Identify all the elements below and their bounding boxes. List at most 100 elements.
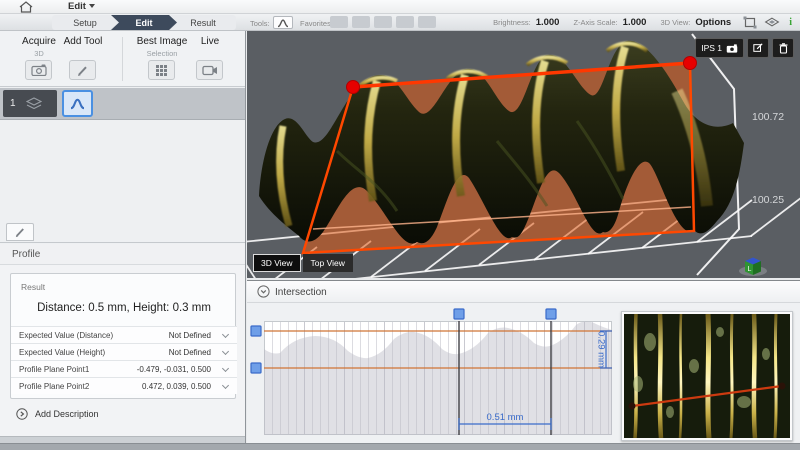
panel-footer-strip	[0, 436, 245, 443]
row-expected-height[interactable]: Expected Value (Height) Not Defined	[11, 343, 237, 360]
add-tool-button[interactable]	[69, 60, 96, 80]
result-label: Result	[21, 282, 45, 292]
viewer-toolbar: IPS 1	[692, 38, 794, 58]
pencil-icon	[14, 226, 26, 238]
z-axis-scale-label: Z-Axis Scale:	[573, 18, 617, 27]
tools-label: Tools:	[250, 19, 270, 28]
acquire-subtitle: 3D	[0, 49, 78, 58]
info-icon[interactable]: i	[789, 17, 792, 28]
z-axis-scale-value[interactable]: 1.000	[623, 17, 647, 28]
profile-chart[interactable]	[264, 321, 612, 435]
result-text: Distance: 0.5 mm, Height: 0.3 mm	[11, 302, 237, 314]
favorite-slot-button[interactable]	[418, 16, 436, 28]
row-plane-point1[interactable]: Profile Plane Point1 -0.479, -0.031, 0.5…	[11, 360, 237, 377]
left-cursor-handle[interactable]	[454, 309, 464, 319]
tool-edit-bar	[0, 221, 245, 244]
camera-image-frame[interactable]	[621, 311, 793, 441]
row-value: 0.472, 0.039, 0.500	[142, 382, 211, 391]
circle-chevron-down-icon	[257, 285, 270, 298]
camera-icon	[726, 44, 738, 53]
profile-panel-title: Profile	[12, 249, 40, 260]
right-cursor-handle[interactable]	[546, 309, 556, 319]
frame-icon	[743, 16, 757, 29]
3d-view-button[interactable]: 3D View	[253, 254, 301, 272]
workflow-tabs: Setup Edit Result	[52, 15, 236, 30]
edit-export-icon	[753, 42, 763, 54]
profile-line-endpoint-left[interactable]	[629, 403, 636, 410]
plane-endpoint-handle-left[interactable]	[347, 81, 360, 94]
row-label: Expected Value (Distance)	[19, 331, 113, 340]
row-plane-point2[interactable]: Profile Plane Point2 0.472, 0.039, 0.500	[11, 377, 237, 394]
video-camera-icon	[202, 65, 218, 76]
home-icon[interactable]	[18, 1, 34, 13]
favorites-row	[330, 16, 440, 28]
row-label: Profile Plane Point1	[19, 365, 89, 374]
add-description-label: Add Description	[35, 409, 99, 419]
intersection-panel: Intersection 0.5	[247, 280, 800, 443]
parameter-rows: Expected Value (Distance) Not Defined Ex…	[11, 326, 237, 394]
favorites-label: Favorites:	[300, 19, 333, 28]
tab-result[interactable]: Result	[170, 15, 236, 30]
export-edit-button[interactable]	[747, 38, 769, 58]
layers-icon	[26, 97, 42, 110]
intersection-header[interactable]: Intersection	[247, 281, 800, 303]
status-strip	[0, 443, 800, 450]
plane-endpoint-handle-right[interactable]	[684, 57, 697, 70]
row-value: Not Defined	[169, 348, 211, 357]
best-image-subtitle: Selection	[126, 49, 198, 58]
z-scale-value-lower: 100.25	[752, 194, 784, 206]
caret-down-icon	[89, 4, 95, 8]
row-value: Not Defined	[169, 331, 211, 340]
acquire-ribbon: Acquire 3D Add Tool Best Image Selection	[0, 31, 245, 87]
delete-button[interactable]	[772, 38, 794, 58]
fit-frame-button[interactable]	[741, 15, 759, 29]
measurement-item-1[interactable]: 1	[3, 90, 57, 117]
edit-menu[interactable]: Edit	[68, 1, 95, 12]
menu-bar: Edit	[0, 0, 800, 14]
profile-line-endpoint-right[interactable]	[779, 383, 786, 390]
favorite-slot-button[interactable]	[330, 16, 348, 28]
toolbar-right-group: Brightness: 1.000 Z-Axis Scale: 1.000 3D…	[493, 14, 792, 30]
camera-icon	[31, 64, 47, 76]
favorite-slot-button[interactable]	[374, 16, 392, 28]
edit-tool-button[interactable]	[6, 223, 34, 241]
application-window: Edit Setup Edit Result Tools: Favorites:…	[0, 0, 800, 450]
3d-viewport[interactable]: 100.72 100.25 IPS 1	[247, 31, 800, 278]
gizmo-face-label: L	[748, 266, 752, 273]
main-toolbar: Setup Edit Result Tools: Favorites: Brig…	[0, 14, 800, 31]
ips-label: IPS 1	[701, 43, 722, 53]
circle-chevron-right-icon	[16, 408, 28, 420]
plane-view-button[interactable]	[763, 15, 781, 29]
ips-capture-button[interactable]: IPS 1	[695, 38, 744, 58]
profile-tool-button[interactable]	[273, 16, 293, 29]
chevron-down-icon	[222, 382, 229, 389]
brightness-value[interactable]: 1.000	[536, 17, 560, 28]
upper-line-handle[interactable]	[251, 326, 261, 336]
thumbnail-strip: 1	[0, 88, 245, 120]
chevron-down-icon	[222, 348, 229, 355]
tab-setup[interactable]: Setup	[52, 15, 118, 30]
profile-curve-icon	[69, 97, 86, 110]
edit-menu-label: Edit	[68, 1, 86, 12]
top-view-button[interactable]: Top View	[303, 254, 353, 272]
profile-tool-tile-selected[interactable]	[62, 90, 93, 117]
3d-view-label: 3D View:	[660, 18, 690, 27]
favorite-slot-button[interactable]	[396, 16, 414, 28]
left-panel: Acquire 3D Add Tool Best Image Selection	[0, 31, 246, 443]
best-image-button[interactable]	[148, 60, 175, 80]
acquire-button[interactable]	[25, 60, 52, 80]
chevron-down-icon	[222, 331, 229, 338]
3d-surface-scene[interactable]	[247, 31, 800, 278]
row-label: Expected Value (Height)	[19, 348, 105, 357]
add-description-button[interactable]: Add Description	[16, 408, 99, 420]
lower-line-handle[interactable]	[251, 363, 261, 373]
tab-edit[interactable]: Edit	[111, 15, 177, 30]
live-button[interactable]	[196, 60, 223, 80]
orientation-gizmo[interactable]: L	[732, 255, 774, 277]
live-title: Live	[188, 36, 232, 47]
row-expected-distance[interactable]: Expected Value (Distance) Not Defined	[11, 326, 237, 343]
favorite-slot-button[interactable]	[352, 16, 370, 28]
profile-curve-icon	[276, 18, 290, 28]
3d-view-options-button[interactable]: Options	[695, 17, 731, 28]
plane-diamond-icon	[764, 16, 780, 28]
